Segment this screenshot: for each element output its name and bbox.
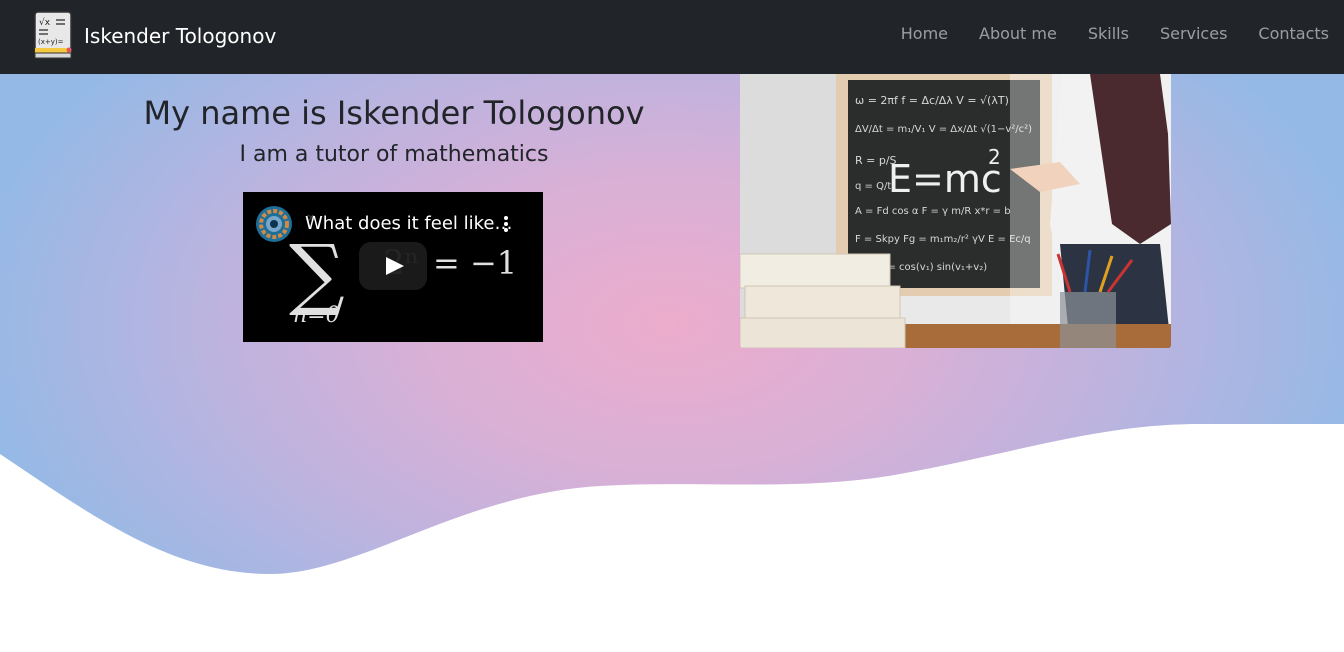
svg-text:n=0: n=0 (293, 303, 340, 328)
play-icon (386, 257, 404, 275)
math-notebook-icon: √x (x+y)= (34, 11, 72, 59)
svg-text:ΔV/Δt = m₁/V₁ V = Δx/Δt √(1−: ΔV/Δt = m₁/V₁ V = Δx/Δt √(1−v²/c²) (855, 124, 1032, 135)
nav-link-services[interactable]: Services (1160, 24, 1227, 43)
nav-link-contacts[interactable]: Contacts (1258, 24, 1329, 43)
brand[interactable]: √x (x+y)= Iskender Tologonov (32, 10, 276, 62)
brand-name[interactable]: Iskender Tologonov (84, 24, 276, 48)
svg-text:(x+y)=: (x+y)= (38, 38, 64, 46)
nav-link-home[interactable]: Home (901, 24, 948, 43)
hero-title: My name is Iskender Tologonov (143, 94, 645, 132)
svg-text:F = Skpy Fg = m₁m₂/r² γV: F = Skpy Fg = m₁m₂/r² γV E = Ec/q (855, 234, 1031, 245)
svg-text:q = Q/t: q = Q/t (855, 181, 891, 192)
svg-text:E=mc: E=mc (888, 157, 1002, 201)
hero-subtitle: I am a tutor of mathematics (239, 142, 549, 167)
chalkboard-photo: ω = 2πf f = Δc/Δλ V = √(λT) ΔV/Δt = m₁/V… (740, 74, 1171, 348)
svg-text:ω = 2πf f = Δc/Δλ V = √(λT: ω = 2πf f = Δc/Δλ V = √(λT) (855, 94, 1009, 107)
navbar: √x (x+y)= Iskender Tologonov Home About … (0, 0, 1344, 74)
video-title[interactable]: What does it feel like… (305, 213, 512, 234)
nav-link-skills[interactable]: Skills (1088, 24, 1129, 43)
svg-text:√x: √x (39, 17, 51, 28)
channel-avatar-icon[interactable] (255, 205, 293, 243)
nav-link-about[interactable]: About me (979, 24, 1057, 43)
play-button[interactable] (359, 242, 427, 290)
video-embed[interactable]: ∑ 2ⁿ = −1 n=0 ∞ What does it feel like… (243, 192, 543, 342)
nav-links: Home About me Skills Services Contacts (870, 0, 1329, 66)
svg-text:A = Fd cos α F = γ m/R x*r: A = Fd cos α F = γ m/R x*r = b (855, 206, 1011, 217)
svg-text:= −1: = −1 (433, 244, 517, 282)
hero-section: My name is Iskender Tologonov I am a tut… (0, 74, 1344, 652)
svg-text:2: 2 (988, 145, 1001, 169)
more-vert-icon[interactable] (501, 214, 511, 234)
